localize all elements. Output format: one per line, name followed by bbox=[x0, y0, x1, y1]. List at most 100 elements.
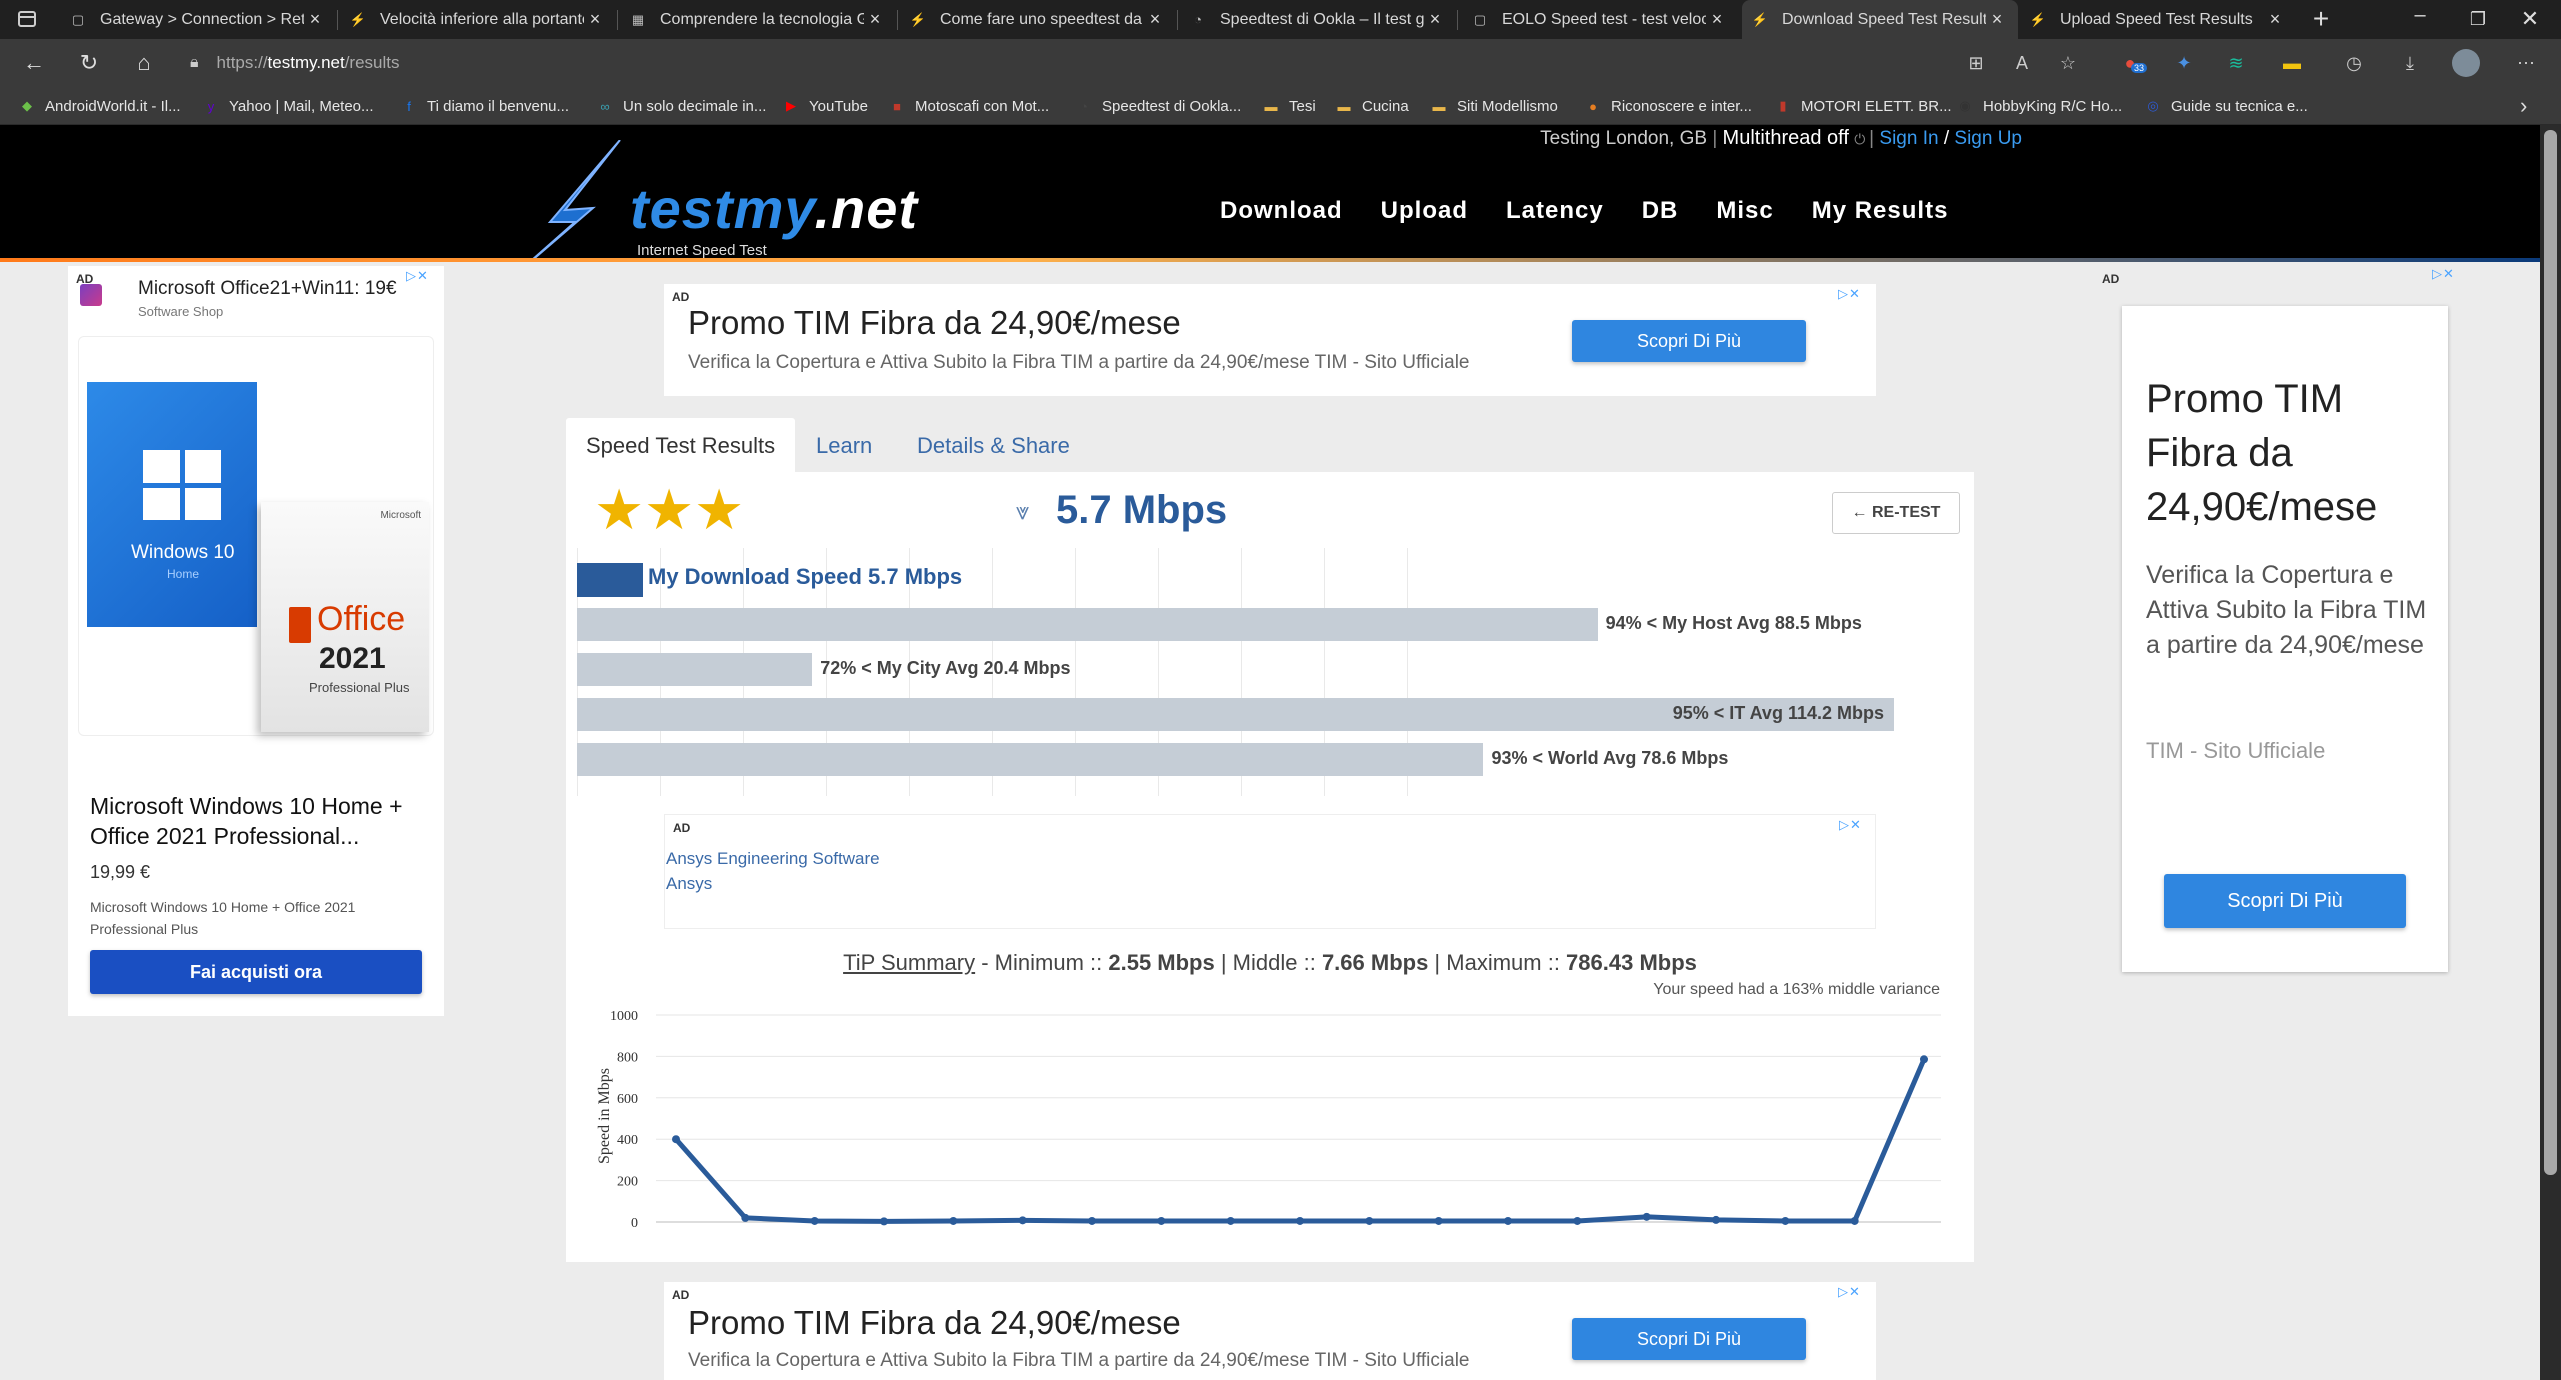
address-field[interactable]: 🔒︎ https://testmy.net/results bbox=[190, 44, 1940, 82]
top-ad-title[interactable]: Promo TIM Fibra da 24,90€/mese bbox=[688, 304, 1181, 342]
inline-ad-line2[interactable]: Ansys bbox=[666, 874, 712, 894]
read-aloud-icon[interactable]: A bbox=[2008, 49, 2036, 77]
grid-favicon-icon: ▦ bbox=[631, 11, 645, 27]
browser-tab[interactable]: ▦ Comprendere la tecnologia G × bbox=[620, 0, 896, 39]
bookmark-item[interactable]: ▬ Tesi bbox=[1262, 87, 1316, 125]
browser-tab[interactable]: ◔ Speedtest di Ookla – Il test gl × bbox=[1180, 0, 1456, 39]
tab-close-icon[interactable]: × bbox=[864, 9, 886, 30]
extension-shield-icon[interactable]: ✦ bbox=[2170, 49, 2198, 77]
power-icon[interactable]: ⏻ bbox=[1854, 131, 1869, 147]
close-window-button[interactable]: ✕ bbox=[2510, 4, 2550, 34]
downloads-icon[interactable]: ⤓ bbox=[2396, 49, 2424, 77]
bookmark-item[interactable]: ■ Motoscafi con Mot... bbox=[888, 87, 1049, 125]
home-icon[interactable]: ⌂ bbox=[128, 47, 160, 79]
tab-close-icon[interactable]: × bbox=[1144, 9, 1166, 30]
browser-tab[interactable]: ⚡ Upload Speed Test Results × bbox=[2020, 0, 2296, 39]
bookmark-item[interactable]: ▬ Siti Modellismo bbox=[1430, 87, 1558, 125]
browser-tab[interactable]: ▢ EOLO Speed test - test velocit × bbox=[1462, 0, 1738, 39]
restore-button[interactable]: ❐ bbox=[2458, 4, 2498, 34]
inline-ad[interactable]: AD ▷✕ Ansys Engineering Software Ansys bbox=[664, 814, 1876, 929]
tab-learn[interactable]: Learn bbox=[796, 418, 892, 473]
more-options-icon[interactable]: ⋯ bbox=[2512, 49, 2540, 77]
comparison-label: 94% < My Host Avg 88.5 Mbps bbox=[1605, 613, 1862, 633]
new-tab-button[interactable]: + bbox=[2306, 4, 2336, 34]
browser-tab[interactable]: ⚡ Come fare uno speedtest da × bbox=[900, 0, 1176, 39]
bookmark-item[interactable]: ● Riconoscere e inter... bbox=[1584, 87, 1752, 125]
nav-upload[interactable]: Upload bbox=[1381, 197, 1468, 225]
bottom-ad-title[interactable]: Promo TIM Fibra da 24,90€/mese bbox=[688, 1304, 1181, 1342]
bookmark-item[interactable]: f Ti diamo il benvenu... bbox=[400, 87, 569, 125]
refresh-icon[interactable]: ↻ bbox=[73, 47, 105, 79]
bookmark-item[interactable]: ◉ HobbyKing R/C Ho... bbox=[1956, 87, 2122, 125]
back-arrow-icon[interactable]: ← bbox=[18, 47, 50, 79]
tab-close-icon[interactable]: × bbox=[584, 9, 606, 30]
minimize-button[interactable]: – bbox=[2400, 4, 2440, 34]
left-ad[interactable]: AD ▷✕ Microsoft Office21+Win11: 19€ Soft… bbox=[68, 266, 444, 1016]
browser-tab[interactable]: ⚡ Velocità inferiore alla portante × bbox=[340, 0, 616, 39]
testmy-logo[interactable]: testmy.net Internet Speed Test bbox=[515, 140, 917, 275]
browser-tab[interactable]: ▢ Gateway > Connection > Rete × bbox=[60, 0, 336, 39]
product-image[interactable]: Windows 10 Home Microsoft Office 2021 Pr… bbox=[78, 336, 434, 736]
extension-yellow-icon[interactable]: ▬ bbox=[2278, 49, 2306, 77]
left-ad-product[interactable]: Microsoft Windows 10 Home + Office 2021 … bbox=[90, 791, 430, 851]
buy-now-button[interactable]: Fai acquisti ora bbox=[90, 950, 422, 994]
right-ad-title[interactable]: Promo TIM Fibra da 24,90€/mese bbox=[2146, 372, 2426, 534]
bookmark-item[interactable]: ▮ MOTORI ELETT. BR... bbox=[1774, 87, 1951, 125]
browser-tab[interactable]: ⚡ Download Speed Test Results × bbox=[1742, 0, 2018, 39]
extension-notification-icon[interactable]: ● 33 bbox=[2116, 49, 2148, 77]
top-ad-button[interactable]: Scopri Di Più bbox=[1572, 320, 1806, 362]
ad-close-icon[interactable]: ▷✕ bbox=[1838, 286, 1861, 302]
inline-ad-line1[interactable]: Ansys Engineering Software bbox=[666, 849, 880, 869]
nav-latency[interactable]: Latency bbox=[1506, 197, 1604, 225]
nav-db[interactable]: DB bbox=[1642, 197, 1679, 225]
bookmark-label: Riconoscere e inter... bbox=[1611, 97, 1752, 115]
ad-close-icon[interactable]: ▷✕ bbox=[1839, 817, 1862, 833]
ad-close-icon[interactable]: ▷✕ bbox=[2432, 266, 2455, 282]
right-ad-button[interactable]: Scopri Di Più bbox=[2164, 874, 2406, 928]
tab-speed-test-results[interactable]: Speed Test Results bbox=[566, 418, 796, 473]
nav-my-results[interactable]: My Results bbox=[1812, 197, 1949, 225]
tip-min-label: - Minimum :: bbox=[975, 950, 1109, 975]
bookmark-item[interactable]: y Yahoo | Mail, Meteo... bbox=[202, 87, 374, 125]
bookmark-favicon-icon: ▮ bbox=[1779, 98, 1787, 113]
profile-avatar[interactable] bbox=[2452, 49, 2480, 77]
app-available-icon[interactable]: ⊞ bbox=[1962, 49, 1990, 77]
tab-close-icon[interactable]: × bbox=[304, 9, 326, 30]
bookmark-item[interactable]: ◆ AndroidWorld.it - Il... bbox=[18, 87, 181, 125]
tab-close-icon[interactable]: × bbox=[1706, 9, 1728, 30]
right-ad[interactable]: Promo TIM Fibra da 24,90€/mese Verifica … bbox=[2122, 306, 2448, 972]
multithread-toggle[interactable]: Multithread off bbox=[1723, 127, 1849, 149]
ad-close-icon[interactable]: ▷✕ bbox=[1838, 1284, 1861, 1300]
nav-misc[interactable]: Misc bbox=[1716, 197, 1773, 225]
top-banner-ad[interactable]: AD ▷✕ Promo TIM Fibra da 24,90€/mese Ver… bbox=[664, 284, 1876, 396]
bookmarks-more-chevron-icon[interactable]: › bbox=[2520, 93, 2527, 119]
tab-details-share[interactable]: Details & Share bbox=[897, 418, 1090, 473]
bottom-ad-button[interactable]: Scopri Di Più bbox=[1572, 1318, 1806, 1360]
history-icon[interactable]: ◷ bbox=[2340, 49, 2368, 77]
bookmark-item[interactable]: ∞ Un solo decimale in... bbox=[596, 87, 766, 125]
nav-download[interactable]: Download bbox=[1220, 197, 1343, 225]
tab-close-icon[interactable]: × bbox=[2264, 9, 2286, 30]
testmy-favicon-icon: ⚡ bbox=[2029, 11, 2047, 27]
box-office-year: 2021 bbox=[319, 642, 386, 675]
tab-title: Gateway > Connection > Rete bbox=[100, 10, 304, 28]
scrollbar-thumb[interactable] bbox=[2544, 130, 2557, 1175]
sign-up-link[interactable]: Sign Up bbox=[1954, 128, 2022, 149]
bookmark-item[interactable]: ◎ Guide su tecnica e... bbox=[2144, 87, 2307, 125]
tab-close-icon[interactable]: × bbox=[1986, 9, 2008, 30]
favorite-star-icon[interactable]: ☆ bbox=[2054, 49, 2082, 77]
sign-in-link[interactable]: Sign In bbox=[1879, 128, 1938, 149]
retest-button[interactable]: ← RE-TEST bbox=[1832, 492, 1960, 534]
bookmark-favicon-icon: ● bbox=[1589, 98, 1597, 114]
extension-lines-icon[interactable]: ≋ bbox=[2222, 49, 2250, 77]
tab-close-icon[interactable]: × bbox=[1424, 9, 1446, 30]
logo-text: testmy bbox=[630, 177, 815, 240]
bookmark-item[interactable]: ▬ Cucina bbox=[1335, 87, 1409, 125]
page-scrollbar[interactable] bbox=[2540, 125, 2561, 1380]
tip-summary-link[interactable]: TiP Summary bbox=[843, 950, 975, 975]
left-ad-header[interactable]: Microsoft Office21+Win11: 19€ bbox=[138, 278, 438, 300]
bookmark-item[interactable]: ◔ Speedtest di Ookla... bbox=[1075, 87, 1241, 125]
bottom-banner-ad[interactable]: AD ▷✕ Promo TIM Fibra da 24,90€/mese Ver… bbox=[664, 1282, 1876, 1380]
bookmark-item[interactable]: ▶ YouTube bbox=[782, 87, 868, 125]
tab-actions-icon[interactable] bbox=[18, 11, 36, 27]
